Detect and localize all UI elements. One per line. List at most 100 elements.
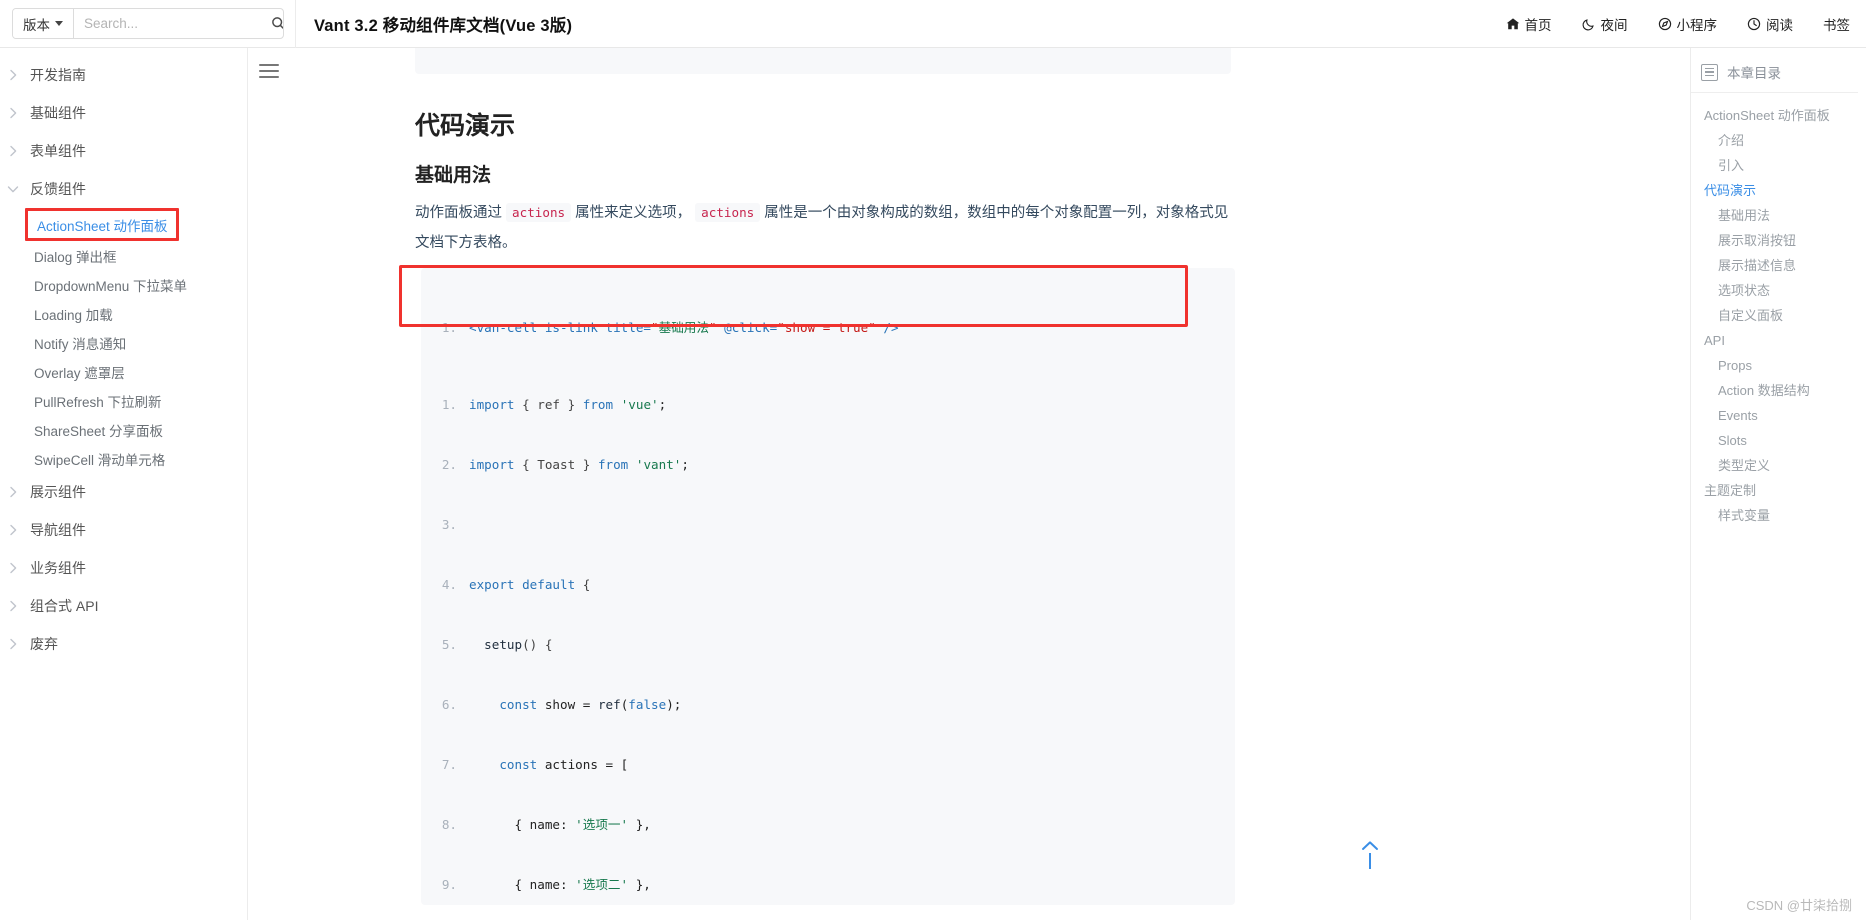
toc-item-style-variables[interactable]: 样式变量: [1691, 503, 1866, 528]
search-icon[interactable]: [271, 9, 283, 38]
sidebar-group-label: 开发指南: [30, 67, 86, 83]
sidebar-group-feedback-components[interactable]: 反馈组件: [0, 170, 247, 208]
nav-item-night-label: 夜间: [1600, 17, 1628, 33]
toc-item-label: 类型定义: [1718, 458, 1771, 473]
menu-toggle-icon[interactable]: [259, 64, 279, 82]
toc-item-theme[interactable]: 主题定制: [1691, 478, 1866, 503]
sidebar-group-basic-components[interactable]: 基础组件: [0, 94, 247, 132]
watermark: CSDN @廿柒拾捌: [1746, 898, 1852, 913]
toc-item-slots[interactable]: Slots: [1691, 428, 1866, 453]
toc-item-intro[interactable]: 介绍: [1691, 128, 1866, 153]
code-line: 7. const actions = [: [435, 755, 1221, 775]
sidebar-item-dropdownmenu[interactable]: DropdownMenu 下拉菜单: [0, 270, 247, 299]
toc-item-type-definition[interactable]: 类型定义: [1691, 453, 1866, 478]
nav-item-reading[interactable]: 阅读: [1747, 14, 1793, 34]
toc-item-label: 自定义面板: [1718, 308, 1784, 323]
chevron-right-icon: [6, 486, 20, 498]
sidebar-item-label: DropdownMenu 下拉菜单: [34, 278, 188, 294]
back-to-top-stem: [1369, 853, 1371, 869]
sidebar-group-form-components[interactable]: 表单组件: [0, 132, 247, 170]
sidebar-group-navigation-components[interactable]: 导航组件: [0, 511, 247, 549]
toc-item-option-status[interactable]: 选项状态: [1691, 278, 1866, 303]
sidebar-item-sharesheet[interactable]: ShareSheet 分享面板: [0, 415, 247, 444]
nav-item-reading-label: 阅读: [1766, 17, 1793, 33]
search-input[interactable]: [74, 9, 271, 38]
sidebar-group-display-components[interactable]: 展示组件: [0, 473, 247, 511]
code-line: 1. import { ref } from 'vue';: [435, 395, 1221, 415]
sidebar-item-actionsheet[interactable]: ActionSheet 动作面板: [25, 208, 179, 241]
sidebar-group-label: 废弃: [30, 636, 58, 652]
toc-item-label: 介绍: [1718, 133, 1745, 148]
code-line: 1. <van-cell is-link title="基础用法" @click…: [435, 318, 1221, 338]
section-heading-demo: 代码演示: [415, 112, 516, 140]
sidebar-item-notify[interactable]: Notify 消息通知: [0, 328, 247, 357]
version-label: 版本: [23, 17, 50, 33]
toc-header-label: 本章目录: [1727, 66, 1781, 81]
inline-code-actions-2: actions: [695, 203, 761, 222]
toc-item-import[interactable]: 引入: [1691, 153, 1866, 178]
toc-item-label: 展示取消按钮: [1718, 233, 1797, 248]
inline-code-actions-1: actions: [506, 203, 572, 222]
nav-item-home[interactable]: 首页: [1506, 14, 1552, 34]
topbar-search-area: 版本: [0, 0, 296, 48]
subsection-heading-basic: 基础用法: [415, 165, 492, 186]
sidebar-item-overlay[interactable]: Overlay 遮罩层: [0, 357, 247, 386]
sidebar-item-label: ShareSheet 分享面板: [34, 423, 164, 439]
code-line: 5. setup() {: [435, 635, 1221, 655]
version-dropdown-button[interactable]: 版本: [13, 9, 74, 38]
toc-item-label: 主题定制: [1704, 483, 1757, 498]
sidebar-group-label: 组合式 API: [30, 598, 99, 614]
sidebar-group-business-components[interactable]: 业务组件: [0, 549, 247, 587]
toc-item-api[interactable]: API: [1691, 328, 1866, 353]
sidebar-group-composition-api[interactable]: 组合式 API: [0, 587, 247, 625]
toc-item-label: ActionSheet 动作面板: [1704, 108, 1830, 123]
code-line: 4. export default {: [435, 575, 1221, 595]
sidebar-item-label: Loading 加载: [34, 307, 113, 323]
sidebar-group-label: 反馈组件: [30, 181, 86, 197]
install-code-block: 5. app.use(ActionSheet);: [415, 48, 1231, 74]
moon-icon: [1582, 17, 1596, 31]
toc-header: 本章目录: [1691, 62, 1858, 93]
toc-item-description[interactable]: 展示描述信息: [1691, 253, 1866, 278]
home-icon: [1506, 17, 1520, 31]
code-line-text: const actions = [: [499, 757, 629, 772]
code-line-number: 2.: [441, 457, 457, 472]
toc-item-label: Events: [1718, 408, 1758, 423]
nav-item-miniprogram[interactable]: 小程序: [1658, 14, 1717, 34]
code-line-number: 7.: [441, 757, 457, 772]
toc-item-actionsheet[interactable]: ActionSheet 动作面板: [1691, 103, 1866, 128]
sidebar-group-dev-guide[interactable]: 开发指南: [0, 56, 247, 94]
sidebar-group-label: 展示组件: [30, 484, 86, 500]
sidebar-item-dialog[interactable]: Dialog 弹出框: [0, 241, 247, 270]
sidebar-group-label: 导航组件: [30, 522, 86, 538]
toc-item-events[interactable]: Events: [1691, 403, 1866, 428]
sidebar-group-label: 业务组件: [30, 560, 86, 576]
sidebar-item-pullrefresh[interactable]: PullRefresh 下拉刷新: [0, 386, 247, 415]
toc-item-label: 代码演示: [1704, 183, 1757, 198]
back-to-top-button[interactable]: [1360, 840, 1380, 876]
toc-item-action-structure[interactable]: Action 数据结构: [1691, 378, 1866, 403]
page-root: 版本 Vant 3.2 移动组件库文档(Vue 3版) 首页: [0, 0, 1866, 920]
toc-item-label: Props: [1718, 358, 1752, 373]
nav-item-night[interactable]: 夜间: [1582, 14, 1628, 34]
toc-item-label: 样式变量: [1718, 508, 1771, 523]
toc-item-label: 引入: [1718, 158, 1745, 173]
list-line: [1705, 67, 1714, 70]
clock-icon: [1747, 17, 1761, 31]
toc-item-code-demo[interactable]: 代码演示: [1691, 178, 1866, 203]
nav-item-bookmark[interactable]: 书签: [1823, 14, 1850, 34]
code-line: 3.: [435, 515, 1221, 535]
toc-item-custom-panel[interactable]: 自定义面板: [1691, 303, 1866, 328]
sidebar-group-deprecated[interactable]: 废弃: [0, 625, 247, 663]
chevron-right-icon: [6, 638, 20, 650]
toc-item-props[interactable]: Props: [1691, 353, 1866, 378]
sidebar-item-label: Notify 消息通知: [34, 336, 127, 352]
toc-item-basic-usage[interactable]: 基础用法: [1691, 203, 1866, 228]
toc-item-cancel-button[interactable]: 展示取消按钮: [1691, 228, 1866, 253]
toc-item-label: Slots: [1718, 433, 1747, 448]
top-bar: 版本 Vant 3.2 移动组件库文档(Vue 3版) 首页: [0, 0, 1866, 48]
sidebar-item-swipecell[interactable]: SwipeCell 滑动单元格: [0, 444, 247, 473]
toc-item-label: 选项状态: [1718, 283, 1771, 298]
sidebar-item-loading[interactable]: Loading 加载: [0, 299, 247, 328]
code-line-number: 6.: [441, 697, 457, 712]
